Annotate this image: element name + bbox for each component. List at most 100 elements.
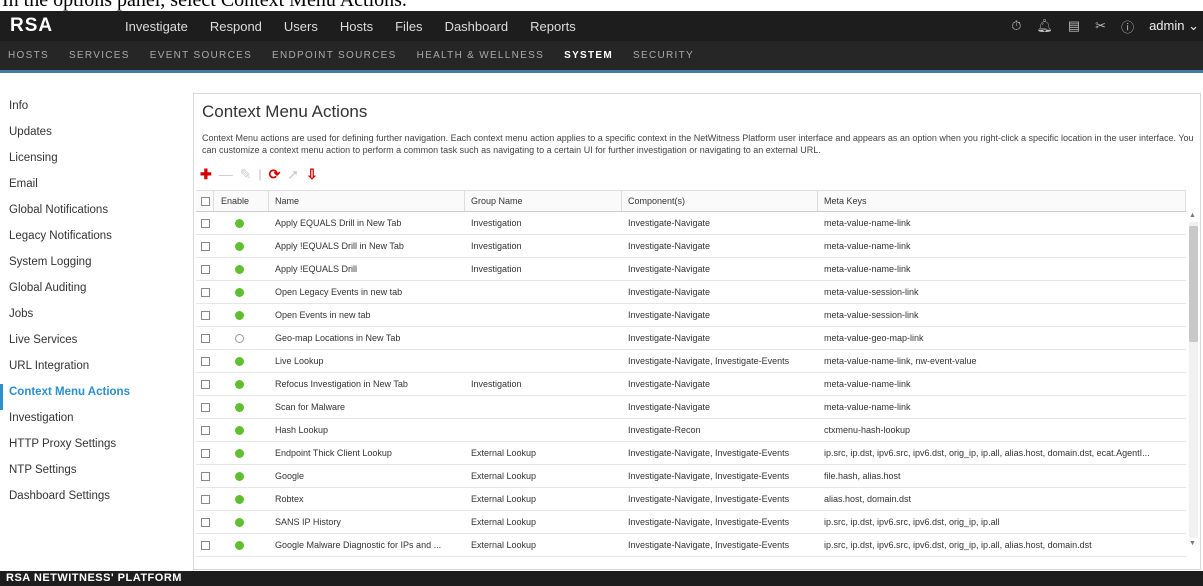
table-row[interactable]: Apply !EQUALS Drill in New Tab Investigat… xyxy=(196,235,1186,258)
row-checkbox[interactable] xyxy=(196,373,214,395)
cell-components: Investigate-Navigate, Investigate-Events xyxy=(628,471,790,481)
row-checkbox[interactable] xyxy=(196,419,214,441)
col-header-name[interactable]: Name xyxy=(269,191,465,211)
bell-icon[interactable]: 🔔︎ xyxy=(1036,18,1053,34)
tab-system[interactable]: SYSTEM xyxy=(564,50,613,61)
tools-icon[interactable]: ✂ xyxy=(1095,18,1106,34)
sidebar-item-global-notifications[interactable]: Global Notifications xyxy=(0,202,182,228)
table-row[interactable]: Apply EQUALS Drill in New Tab Investigati… xyxy=(196,212,1186,235)
add-icon[interactable]: ✚ xyxy=(200,166,212,183)
row-checkbox[interactable] xyxy=(196,350,214,372)
sidebar-item-system-logging[interactable]: System Logging xyxy=(0,254,182,280)
sidebar-item-context-menu-actions[interactable]: Context Menu Actions xyxy=(0,384,182,410)
cell-meta-keys: meta-value-name-link xyxy=(824,218,911,228)
sidebar-item-updates[interactable]: Updates xyxy=(0,124,182,150)
cell-components: Investigate-Navigate, Investigate-Events xyxy=(628,356,790,366)
enable-status-icon xyxy=(214,327,269,349)
user-menu[interactable]: admin ⌄ xyxy=(1149,18,1199,34)
topnav-item-respond[interactable]: Respond xyxy=(210,19,262,34)
remove-icon[interactable]: — xyxy=(219,166,233,182)
tab-endpoint-sources[interactable]: ENDPOINT SOURCES xyxy=(272,50,397,61)
table-row[interactable]: Geo-map Locations in New Tab Investigate-… xyxy=(196,327,1186,350)
table-row[interactable]: Refocus Investigation in New Tab Investig… xyxy=(196,373,1186,396)
topnav-item-investigate[interactable]: Investigate xyxy=(125,19,188,34)
topnav-item-reports[interactable]: Reports xyxy=(530,19,576,34)
row-checkbox[interactable] xyxy=(196,281,214,303)
table-row[interactable]: Hash Lookup Investigate-Recon ctxmenu-hash… xyxy=(196,419,1186,442)
cell-name: Hash Lookup xyxy=(275,425,329,435)
tab-services[interactable]: SERVICES xyxy=(69,50,130,61)
scroll-thumb[interactable] xyxy=(1189,226,1198,342)
top-nav-bar: RSA Investigate Respond Users Hosts Files Das… xyxy=(0,11,1203,41)
help-icon[interactable]: ⓘ xyxy=(1121,17,1134,36)
table-row[interactable]: Live Lookup Investigate-Navigate, Investi… xyxy=(196,350,1186,373)
edit-icon[interactable]: ✎ xyxy=(240,166,252,183)
timer-icon[interactable]: ⏱ xyxy=(1011,18,1021,34)
table-row[interactable]: Scan for Malware Investigate-Navigate meta… xyxy=(196,396,1186,419)
table-row[interactable]: Apply !EQUALS Drill Investigation Investig… xyxy=(196,258,1186,281)
table-row[interactable]: Open Events in new tab Investigate-Naviga… xyxy=(196,304,1186,327)
cell-components: Investigate-Navigate, Investigate-Events xyxy=(628,448,790,458)
cell-name: Google xyxy=(275,471,305,481)
sidebar-item-info[interactable]: Info xyxy=(0,98,182,124)
tab-security[interactable]: SECURITY xyxy=(633,50,694,61)
tab-health-wellness[interactable]: HEALTH & WELLNESS xyxy=(417,50,545,61)
row-checkbox[interactable] xyxy=(196,304,214,326)
enable-status-icon xyxy=(214,373,269,395)
sidebar-item-legacy-notifications[interactable]: Legacy Notifications xyxy=(0,228,182,254)
row-checkbox[interactable] xyxy=(196,534,214,556)
col-header-meta-keys[interactable]: Meta Keys xyxy=(818,191,1186,211)
cell-components: Investigate-Navigate xyxy=(628,264,711,274)
table-row[interactable]: Google Malware Diagnostic for IPs and ..… xyxy=(196,534,1186,557)
sidebar-item-url-integration[interactable]: URL Integration xyxy=(0,358,182,384)
sidebar-item-global-auditing[interactable]: Global Auditing xyxy=(0,280,182,306)
scroll-up-icon[interactable]: ▲ xyxy=(1189,212,1196,219)
col-header-enable[interactable]: Enable xyxy=(214,191,269,211)
sidebar-item-dashboard-settings[interactable]: Dashboard Settings xyxy=(0,488,182,514)
row-checkbox[interactable] xyxy=(196,327,214,349)
row-checkbox[interactable] xyxy=(196,258,214,280)
tab-hosts[interactable]: HOSTS xyxy=(8,50,49,61)
export-icon[interactable]: ➚ xyxy=(287,166,299,183)
sidebar-item-licensing[interactable]: Licensing xyxy=(0,150,182,176)
tab-event-sources[interactable]: EVENT SOURCES xyxy=(150,50,252,61)
table-row[interactable]: Google External Lookup Investigate-Navigat… xyxy=(196,465,1186,488)
cell-name: Open Events in new tab xyxy=(275,310,371,320)
topnav-item-hosts[interactable]: Hosts xyxy=(340,19,373,34)
table-row[interactable]: SANS IP History External Lookup Investigat… xyxy=(196,511,1186,534)
row-checkbox[interactable] xyxy=(196,442,214,464)
enable-status-icon xyxy=(214,534,269,556)
cell-components: Investigate-Recon xyxy=(628,425,701,435)
col-header-group[interactable]: Group Name xyxy=(465,191,622,211)
topnav-item-users[interactable]: Users xyxy=(284,19,318,34)
sidebar-item-jobs[interactable]: Jobs xyxy=(0,306,182,332)
row-checkbox[interactable] xyxy=(196,212,214,234)
cell-group xyxy=(465,419,622,441)
notes-icon[interactable]: ▤ xyxy=(1068,18,1080,34)
table-row[interactable]: Robtex External Lookup Investigate-Navigat… xyxy=(196,488,1186,511)
scroll-down-icon[interactable]: ▼ xyxy=(1189,540,1196,547)
toolbar-divider: | xyxy=(258,167,262,181)
rsa-logo[interactable]: RSA xyxy=(10,15,125,37)
import-icon[interactable]: ⇩ xyxy=(306,166,318,183)
topnav-item-files[interactable]: Files xyxy=(395,19,422,34)
table-scrollbar[interactable]: ▲ ▼ xyxy=(1187,212,1199,552)
row-checkbox[interactable] xyxy=(196,465,214,487)
table-row[interactable]: Endpoint Thick Client Lookup External Loo… xyxy=(196,442,1186,465)
sidebar-item-email[interactable]: Email xyxy=(0,176,182,202)
col-header-components[interactable]: Component(s) xyxy=(622,191,818,211)
topnav-item-dashboard[interactable]: Dashboard xyxy=(445,19,509,34)
cell-name: Refocus Investigation in New Tab xyxy=(275,379,408,389)
sidebar-item-http-proxy-settings[interactable]: HTTP Proxy Settings xyxy=(0,436,182,462)
row-checkbox[interactable] xyxy=(196,488,214,510)
sidebar-item-investigation[interactable]: Investigation xyxy=(0,410,182,436)
sidebar-item-ntp-settings[interactable]: NTP Settings xyxy=(0,462,182,488)
table-row[interactable]: Open Legacy Events in new tab Investigate… xyxy=(196,281,1186,304)
row-checkbox[interactable] xyxy=(196,235,214,257)
row-checkbox[interactable] xyxy=(196,511,214,533)
refresh-icon[interactable]: ⟳ xyxy=(269,166,281,183)
sidebar-item-live-services[interactable]: Live Services xyxy=(0,332,182,358)
select-all-checkbox[interactable] xyxy=(196,191,214,211)
context-menu-actions-panel: Context Menu Actions Context Menu action… xyxy=(193,93,1201,570)
row-checkbox[interactable] xyxy=(196,396,214,418)
